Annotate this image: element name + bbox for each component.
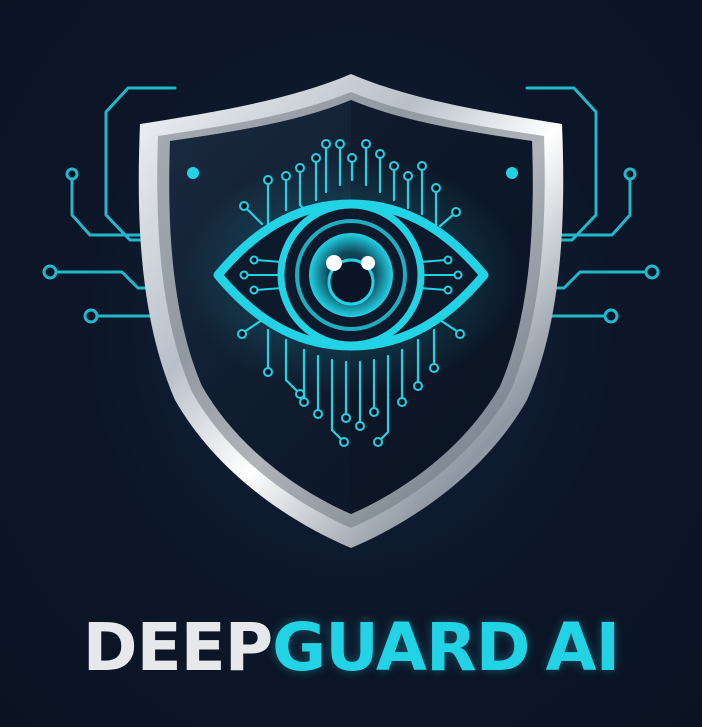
brand-word-deep: DEEP — [82, 609, 273, 686]
eye-highlight-left — [326, 255, 342, 271]
rivet-left — [187, 167, 199, 179]
eye-highlight-right — [361, 256, 375, 270]
brand-word-ai: AI — [545, 609, 621, 686]
rivet-right — [506, 167, 518, 179]
brand-word-guard: GUARD — [272, 609, 530, 686]
logo-canvas: DEEPGUARD AI — [0, 0, 702, 727]
brand-wordmark: DEEPGUARD AI — [0, 608, 702, 688]
